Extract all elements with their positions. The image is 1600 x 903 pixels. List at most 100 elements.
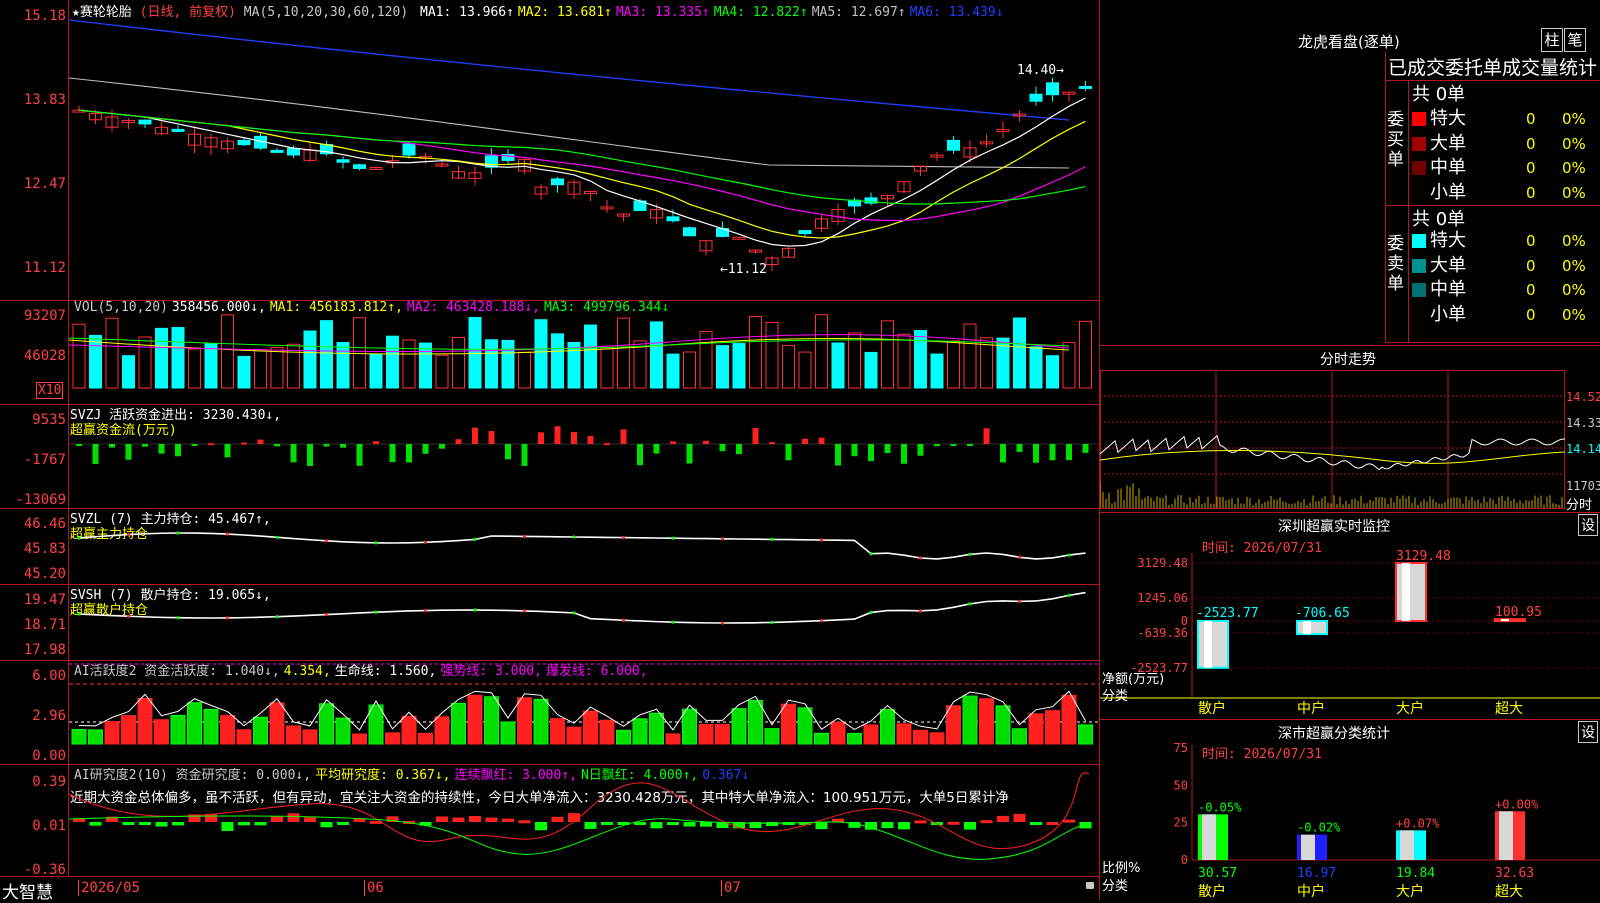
svsh-panel[interactable]: 19.47 18.71 17.98 SVSH (7) 散户持仓: 19.065↓…	[0, 584, 1099, 661]
monitor-bar-shine	[1204, 621, 1212, 668]
class-value: 32.63	[1495, 866, 1534, 881]
volume-bar	[798, 351, 812, 389]
activity-bar	[1061, 694, 1077, 745]
flow-bar	[274, 444, 280, 447]
sz-class-chart[interactable]: 75 50 25 0 -0.05% 30.57 散户 -0.02% 16.97 中户 +0.07% 1…	[1100, 720, 1600, 901]
class-bar-shine	[1499, 811, 1513, 860]
research-bar	[650, 822, 663, 829]
chart-area[interactable]: 15.18 13.83 12.47 11.12 ★赛轮轮胎 (日线, 前复权) …	[0, 0, 1099, 903]
class-bar-shine	[1202, 814, 1216, 860]
lock-icon[interactable]	[1086, 882, 1094, 889]
volume-bar	[633, 340, 647, 389]
svzl-line-dot	[473, 537, 477, 541]
flow-bar	[241, 442, 247, 445]
activity-bar	[913, 729, 928, 745]
activity-bar	[698, 723, 714, 745]
candle-body	[402, 143, 416, 156]
activity-bar	[929, 732, 945, 745]
vol-axis-1: 93207	[23, 308, 66, 324]
lhb-header: 已成交委托单成交量统计	[1388, 57, 1598, 79]
volume-bar	[815, 314, 828, 389]
candle-body	[270, 149, 284, 153]
research-bar	[1063, 819, 1075, 823]
svzl-axis-3: 45.20	[23, 566, 66, 582]
lhb-row: 小单 0 0%	[1412, 178, 1600, 204]
tick-view-button[interactable]: 笔	[1564, 28, 1586, 52]
svzl-line-dot	[572, 535, 576, 539]
svsh-line-dot	[225, 616, 230, 620]
sz-class-ylabel: 比例%	[1102, 861, 1141, 876]
ma6-line	[69, 19, 1070, 121]
class-value: 30.57	[1198, 866, 1237, 881]
activity-bar	[599, 719, 615, 745]
volume-bar	[452, 336, 465, 389]
ai2-axis-2: 0.01	[32, 818, 66, 834]
research-bar	[667, 822, 679, 825]
svsh-line-dot	[374, 610, 378, 614]
intraday-panel[interactable]: 分时走势 14.52 14.33 14.14 11703 分时	[1100, 345, 1600, 513]
buy-count: 共 0单	[1412, 84, 1466, 105]
lhb-row: 中单 0 0%	[1412, 153, 1600, 179]
activity-bar	[467, 694, 483, 745]
ai-research-panel[interactable]: 0.39 0.01 -0.36 AI研究度2(10) 资金研究度: 0.000↓…	[0, 764, 1099, 878]
volume-bar	[551, 333, 564, 389]
activity-bar	[616, 729, 631, 745]
candle-body	[666, 216, 680, 222]
activity-bar	[830, 721, 846, 745]
lhb-row-value: 0	[1526, 183, 1536, 202]
candle-body	[237, 139, 251, 146]
column-view-button[interactable]: 柱	[1541, 28, 1563, 52]
candlestick-chart[interactable]	[69, 0, 1099, 300]
volume-bar	[303, 330, 317, 389]
ai-research-chart[interactable]	[69, 764, 1099, 876]
ai-activity-chart[interactable]	[69, 660, 1099, 764]
research-bar	[881, 822, 894, 829]
svzj-panel[interactable]: 9535 -1767 -13069 SVZJ 活跃资金进出: 3230.430↓…	[0, 404, 1099, 509]
svsh-line-dot	[968, 602, 972, 606]
activity-bar	[550, 718, 565, 745]
svzl-line-dot	[176, 531, 180, 535]
svsh-chart[interactable]	[69, 584, 1099, 660]
svzl-chart[interactable]	[69, 508, 1099, 584]
activity-bar	[946, 705, 961, 745]
volume-panel[interactable]: 93207 46028 X10 VOL(5,10,20) 358456.000↓,…	[0, 300, 1099, 405]
intraday-chart[interactable]	[1100, 370, 1565, 510]
volume-bar	[386, 335, 399, 389]
svsh-line	[78, 591, 1086, 624]
svzl-line	[78, 532, 1086, 560]
svzl-panel[interactable]: 46.46 45.83 45.20 SVZL (7) 主力持仓: 45.467↑…	[0, 508, 1099, 585]
volume-chart[interactable]	[69, 300, 1099, 404]
lhb-row: 特大 0 0%	[1412, 226, 1600, 252]
lhb-row-label: 小单	[1430, 303, 1466, 325]
volume-bar	[749, 316, 762, 389]
svzj-chart[interactable]	[69, 404, 1099, 508]
price-panel[interactable]: 15.18 13.83 12.47 11.12 ★赛轮轮胎 (日线, 前复权) …	[0, 0, 1099, 301]
svzl-line-dot	[324, 539, 329, 543]
candle-body	[1079, 85, 1092, 89]
ai-activity-panel[interactable]: 6.00 2.96 0.00 AI活跃度2 资金活跃度: 1.040↓, 4.35…	[0, 660, 1099, 765]
research-bar	[502, 818, 514, 822]
volume-bar	[650, 321, 663, 389]
svzl-axis-1: 46.46	[23, 516, 66, 532]
flow-bar	[604, 443, 610, 446]
sz-monitor-chart[interactable]: 3129.481245.060-639.36-2523.77-2523.77散户…	[1100, 513, 1600, 720]
flow-bar	[868, 444, 874, 462]
flow-bar	[983, 428, 990, 444]
monitor-bar	[1296, 620, 1328, 636]
svsh-axis-1: 19.47	[23, 592, 66, 608]
ma2-line	[78, 109, 1086, 239]
flow-bar	[967, 444, 973, 446]
activity-bar	[863, 724, 879, 745]
vol-axis-2: 46028	[23, 348, 66, 364]
sz-class-panel[interactable]: 深市超赢分类统计 设 时间: 2026/07/31 75 50 25 0 -0.05% 3…	[1100, 719, 1600, 901]
lhb-title: 龙虎看盘(逐单)	[1298, 33, 1400, 51]
svzl-line-dot	[621, 536, 626, 540]
svzj-axis-1: 9535	[32, 412, 66, 428]
lhb-row-label: 中单	[1430, 279, 1466, 300]
flow-bar	[406, 444, 412, 463]
flow-bar	[307, 444, 313, 466]
flow-bar	[208, 443, 214, 446]
activity-bar	[401, 715, 417, 745]
flow-bar	[1033, 444, 1039, 463]
sz-monitor-panel[interactable]: 深圳超赢实时监控 设 时间: 2026/07/31 3129.48 1245.06…	[1100, 512, 1600, 720]
